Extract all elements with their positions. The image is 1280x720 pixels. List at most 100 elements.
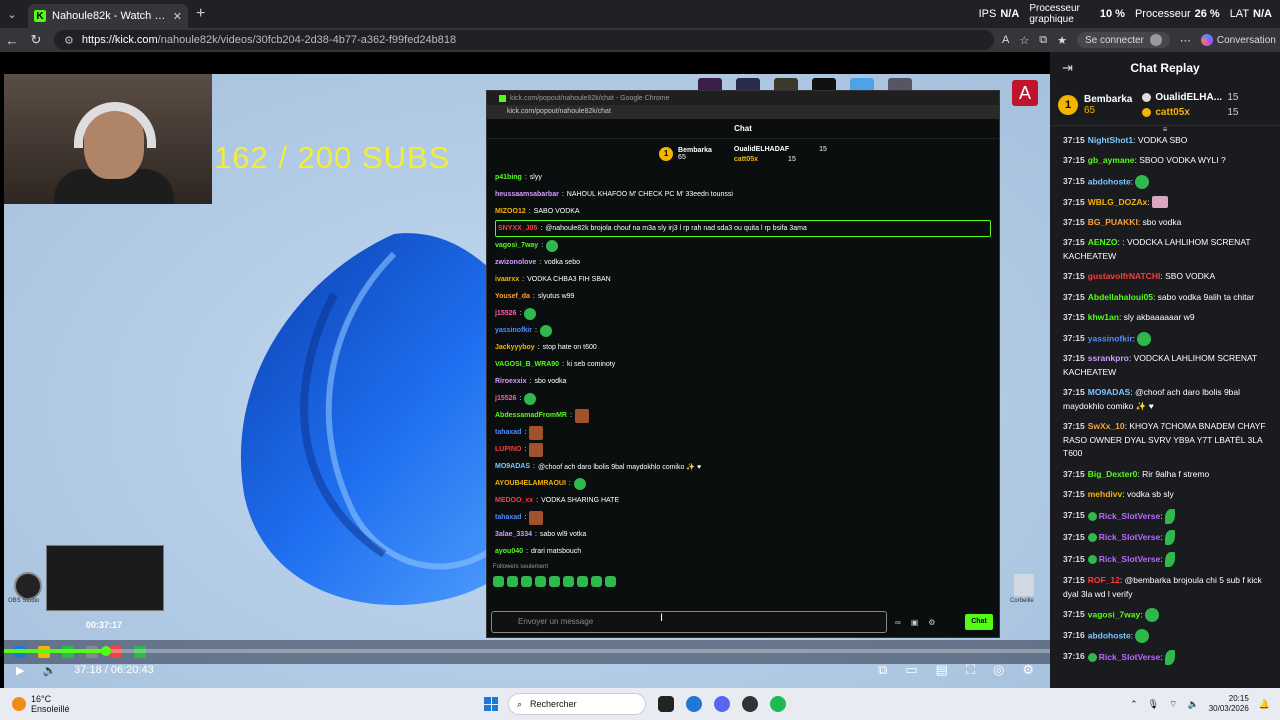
- popup-message-input[interactable]: Envoyer un message: [491, 611, 887, 633]
- chat-username[interactable]: ssrankpro: [1088, 353, 1129, 363]
- chat-username[interactable]: ROF_12: [1088, 575, 1120, 585]
- discord-icon[interactable]: [714, 696, 730, 712]
- settings-gear-icon[interactable]: ⚙: [1022, 662, 1034, 678]
- extensions-icon[interactable]: ⧉: [1039, 34, 1047, 47]
- site-info-icon[interactable]: ⚙: [64, 34, 74, 47]
- chat-username[interactable]: MEDOO_xx: [495, 497, 533, 504]
- obs-icon[interactable]: [742, 696, 758, 712]
- chat-username[interactable]: ivaarxx: [495, 276, 519, 283]
- chat-username[interactable]: Rick_SlotVerse: [1099, 554, 1160, 564]
- chat-username[interactable]: Rick_SlotVerse: [1099, 532, 1160, 542]
- chat-username[interactable]: BG_PUAKKI: [1088, 217, 1138, 227]
- mic-icon[interactable]: 🎙: [1148, 699, 1159, 710]
- favorites-icon[interactable]: ★: [1057, 34, 1067, 47]
- chat-username[interactable]: abdohoste: [1088, 630, 1131, 640]
- chat-username[interactable]: Big_Dexter0: [1088, 469, 1138, 479]
- volume-icon[interactable]: 🔊: [42, 664, 56, 677]
- read-aloud-icon[interactable]: A: [1002, 34, 1009, 46]
- cast-icon[interactable]: ▤: [936, 662, 948, 678]
- gift-icon[interactable]: ▣: [911, 618, 919, 627]
- chat-username[interactable]: NightShot1: [1088, 135, 1133, 145]
- more-menu-icon[interactable]: ⋯: [1180, 34, 1191, 47]
- chat-username[interactable]: AYOUB4ELAMRAOUI: [495, 480, 566, 487]
- chat-username[interactable]: MO9ADAS: [495, 463, 530, 470]
- video-progress-bar[interactable]: [4, 646, 1050, 656]
- speaker-icon[interactable]: 🔈: [1188, 699, 1199, 710]
- chat-username[interactable]: tahaxad: [495, 429, 521, 436]
- chat-username[interactable]: vagosi_7way: [1088, 609, 1140, 619]
- tab-close-icon[interactable]: ✕: [173, 10, 182, 23]
- emote-icon[interactable]: [591, 575, 602, 587]
- clock[interactable]: 20:15 30/03/2026: [1209, 694, 1249, 714]
- tab-kick-vod[interactable]: K Nahoule82k - Watch the VOD on Kick ✕: [28, 4, 188, 28]
- chat-username[interactable]: Rick_SlotVerse: [1099, 651, 1160, 661]
- chat-username[interactable]: 3alae_3334: [495, 531, 532, 538]
- chat-username[interactable]: AENZO: [1088, 237, 1118, 247]
- chat-username[interactable]: khw1an: [1088, 312, 1119, 322]
- chat-username[interactable]: heussaamsabarbar: [495, 191, 559, 198]
- chat-username[interactable]: j15526: [495, 310, 516, 317]
- emote-icon[interactable]: [549, 575, 560, 587]
- chat-username[interactable]: mehdivv: [1088, 489, 1123, 499]
- chat-username[interactable]: SwXx_10: [1088, 421, 1125, 431]
- chat-username[interactable]: ayou040: [495, 548, 523, 555]
- settings-icon[interactable]: ⚙: [928, 618, 935, 627]
- chat-username[interactable]: AbdessamadFromMR: [495, 412, 567, 419]
- chat-username[interactable]: MO9ADAS: [1088, 387, 1131, 397]
- emote-icon[interactable]: [577, 575, 588, 587]
- chat-username[interactable]: Rick_SlotVerse: [1099, 510, 1160, 520]
- emote-icon[interactable]: [521, 575, 532, 587]
- chat-username[interactable]: Jackyyyboy: [495, 344, 535, 351]
- wifi-icon[interactable]: ⌔: [1169, 699, 1177, 710]
- chat-username[interactable]: vagosi_7way: [495, 242, 538, 249]
- chat-username[interactable]: Yousef_da: [495, 293, 530, 300]
- start-button-icon[interactable]: [484, 697, 498, 711]
- pip-icon[interactable]: ⧉: [878, 662, 887, 678]
- chat-username[interactable]: VAGOSI_B_WRA90: [495, 361, 559, 368]
- chat-username[interactable]: gb_aymane: [1088, 155, 1135, 165]
- sign-in-button[interactable]: Se connecter: [1076, 32, 1170, 48]
- chat-username[interactable]: p41bing: [495, 174, 522, 181]
- sort-icon[interactable]: ≡: [1050, 126, 1280, 134]
- emote-icon[interactable]: [563, 575, 574, 587]
- taskbar-search[interactable]: ⌕ Rechercher: [508, 693, 646, 715]
- play-icon[interactable]: ▶: [16, 664, 24, 677]
- emote-icon[interactable]: [507, 575, 518, 587]
- theater-icon[interactable]: ▭: [905, 662, 917, 678]
- chat-username[interactable]: yassinofkir: [1088, 333, 1133, 343]
- edge-icon[interactable]: [686, 696, 702, 712]
- video-player[interactable]: 162 / 200 SUBS A kick.com/popout/nahoule…: [0, 52, 1050, 688]
- copilot-button[interactable]: Conversation: [1200, 34, 1276, 46]
- back-icon[interactable]: ←: [0, 33, 24, 48]
- popup-title-bar: kick.com/popout/nahoule82k/chat - Google…: [487, 91, 999, 105]
- emote-icon[interactable]: [535, 575, 546, 587]
- chat-username[interactable]: yassinofkir: [495, 327, 532, 334]
- url-field[interactable]: ⚙ https://kick.com/nahoule82k/videos/30f…: [54, 30, 994, 50]
- chat-username[interactable]: gustavoIfrNATCHI: [1088, 271, 1161, 281]
- fullscreen-icon[interactable]: ⛶: [966, 662, 975, 678]
- tab-search-icon[interactable]: ⌄: [0, 0, 24, 28]
- chat-username[interactable]: zwizonolove: [495, 259, 536, 266]
- spotify-icon[interactable]: [770, 696, 786, 712]
- speed-icon[interactable]: ◎: [993, 662, 1004, 678]
- notification-icon[interactable]: 🔔: [1259, 699, 1270, 710]
- emote-icon[interactable]: [493, 575, 504, 587]
- chat-username[interactable]: j15526: [495, 395, 516, 402]
- chat-username[interactable]: MIZOO12: [495, 208, 526, 215]
- chat-username[interactable]: SNYXX_J05: [498, 225, 537, 232]
- chat-username[interactable]: Abdellahaloui05: [1088, 292, 1153, 302]
- users-icon[interactable]: ∞: [895, 618, 901, 627]
- favorite-star-icon[interactable]: ☆: [1019, 34, 1029, 47]
- task-view-icon[interactable]: [658, 696, 674, 712]
- tray-chevron-icon[interactable]: ⌃: [1130, 699, 1138, 710]
- chat-username[interactable]: Riroexxix: [495, 378, 527, 385]
- weather-widget[interactable]: 16°C Ensoleillé: [0, 694, 440, 714]
- popup-send-button[interactable]: Chat: [965, 614, 993, 630]
- new-tab-button[interactable]: +: [196, 5, 205, 23]
- chat-username[interactable]: abdohoste: [1088, 176, 1131, 186]
- chat-username[interactable]: tahaxad: [495, 514, 521, 521]
- emote-icon[interactable]: [605, 575, 616, 587]
- chat-username[interactable]: LUPINO: [495, 446, 521, 453]
- reload-icon[interactable]: ↻: [24, 32, 48, 48]
- chat-username[interactable]: WBLG_DOZAx: [1088, 197, 1148, 207]
